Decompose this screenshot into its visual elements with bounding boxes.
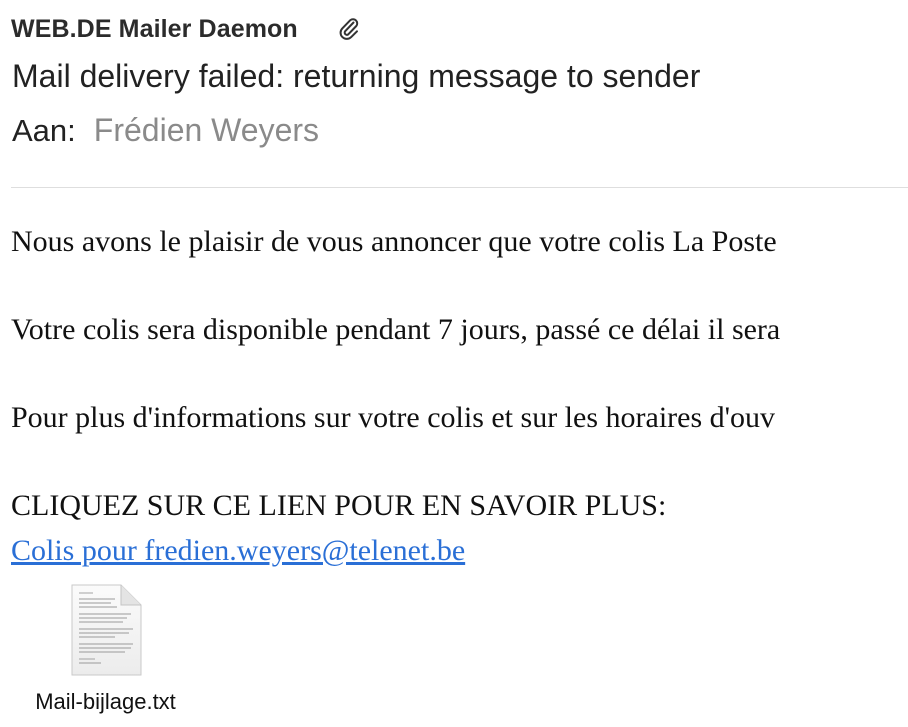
paperclip-icon [338,16,360,42]
body-paragraph: Pour plus d'informations sur votre colis… [11,401,776,434]
to-label: Aan: [12,113,76,148]
recipient-name[interactable]: Frédien Weyers [94,112,319,149]
attachment-filename[interactable]: Mail-bijlage.txt [18,689,193,715]
recipient-row: Aan: Frédien Weyers [12,112,319,149]
subject-line: Mail delivery failed: returning message … [12,58,701,94]
attachment-item[interactable]: Mail-bijlage.txt [18,580,198,720]
body-paragraph: CLIQUEZ SUR CE LIEN POUR EN SAVOIR PLUS: [11,489,667,522]
sender-row: WEB.DE Mailer Daemon [11,12,360,46]
body-paragraph: Votre colis sera disponible pendant 7 jo… [11,313,781,346]
header-divider [11,187,908,188]
parcel-link[interactable]: Colis pour fredien.weyers@telenet.be [11,529,465,573]
text-file-icon[interactable] [71,584,143,676]
body-paragraph: Nous avons le plaisir de vous annoncer q… [11,225,777,258]
sender-name[interactable]: WEB.DE Mailer Daemon [11,15,298,44]
